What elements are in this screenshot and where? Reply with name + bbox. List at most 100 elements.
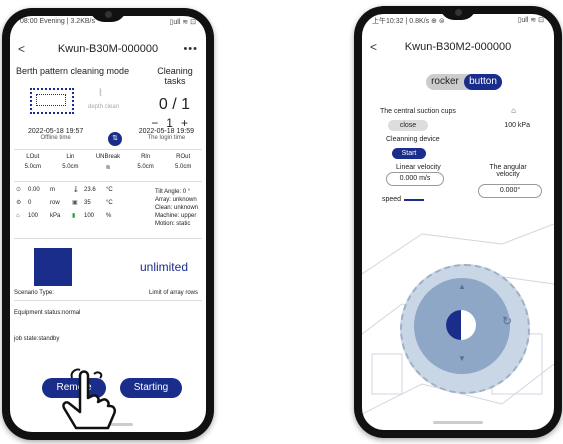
suction-close-button[interactable]: close bbox=[388, 120, 428, 131]
array-rows-limit[interactable]: unlimited bbox=[140, 260, 188, 274]
control-mode-toggle[interactable]: rocker button bbox=[426, 74, 502, 90]
camera bbox=[105, 11, 112, 18]
knob-half bbox=[446, 310, 461, 340]
limit-rows-label: Limit of array rows bbox=[148, 290, 198, 296]
grid-header: LOut bbox=[26, 154, 40, 160]
env-unit: kPa bbox=[50, 212, 61, 219]
divider bbox=[14, 300, 202, 301]
page-title: Kwun-B30M-000000 bbox=[57, 43, 159, 55]
starting-button[interactable]: Starting bbox=[120, 378, 182, 398]
nav-bar: < Kwun-B30M-000000 ••• bbox=[10, 38, 206, 60]
speed-control[interactable]: speed bbox=[382, 196, 425, 203]
env-row: ⌂ 100 kPa ▮ 100 % bbox=[16, 212, 124, 220]
linear-velocity-field[interactable]: 0.000 m/s bbox=[386, 172, 444, 186]
scenario-type-swatch[interactable] bbox=[34, 248, 72, 286]
suction-cups-label: The central suction cups bbox=[380, 108, 456, 115]
angular-velocity-label: The angular velocity bbox=[489, 164, 527, 178]
equipment-status: Equipment status:normal bbox=[14, 310, 81, 316]
env-value: 23.6 bbox=[84, 186, 96, 193]
divider bbox=[14, 149, 202, 150]
pressure-icon: ⌂ bbox=[511, 106, 516, 115]
env-unit: °C bbox=[106, 186, 113, 193]
angular-velocity-field[interactable]: 0.000° bbox=[478, 184, 542, 198]
env-value: 0 bbox=[28, 199, 32, 206]
env-unit: % bbox=[106, 212, 112, 219]
grid-header: Rln bbox=[141, 154, 151, 160]
linear-velocity-label: Linear velocity bbox=[396, 164, 441, 171]
pressure-value: 100 kPa bbox=[504, 122, 530, 129]
array-state: Array: unknown bbox=[154, 197, 197, 203]
divider bbox=[14, 181, 202, 182]
grid-header: ROut bbox=[176, 154, 191, 160]
grid-header: UNBreak bbox=[95, 154, 121, 160]
rotate-icon[interactable]: ↻ bbox=[502, 314, 512, 328]
env-value: 35 bbox=[84, 199, 91, 206]
login-time-block: 2022-05-18 19:59 The login time bbox=[139, 128, 194, 141]
task-counter: 0 / 1 bbox=[158, 96, 190, 113]
back-icon[interactable]: < bbox=[18, 42, 25, 56]
row-icon: ⚙ bbox=[16, 200, 22, 206]
phone-right: 上午10:32 | 0.8K/s ⊕ ⊜ ▯ull ≋ ⊡ < Kwun-B30… bbox=[354, 6, 562, 438]
env-row: ⚙ 0 row ▣ 35 °C bbox=[16, 199, 124, 207]
motion-state: Motion: static bbox=[154, 221, 191, 227]
toggle-button[interactable]: button bbox=[464, 74, 502, 90]
grid-value: ≋ bbox=[105, 165, 111, 171]
grid-value: 5.0cm bbox=[24, 164, 41, 170]
grid-value: 5.0cm bbox=[137, 164, 154, 170]
toggle-rocker[interactable]: rocker bbox=[426, 74, 464, 90]
offline-time-label: Offline time bbox=[40, 135, 71, 141]
camera bbox=[455, 9, 462, 16]
divider bbox=[14, 238, 202, 239]
clean-state: Clean: unknown bbox=[154, 205, 198, 211]
sensor-grid: LOut Lin UNBreak Rln ROut 5.0cm 5.0cm ≋ … bbox=[14, 154, 202, 171]
grid-header: Lin bbox=[66, 154, 75, 160]
more-icon[interactable]: ••• bbox=[183, 43, 198, 55]
status-left: 08:00 Evening | 3.2KB/s bbox=[20, 18, 95, 25]
env-unit: °C bbox=[106, 199, 113, 206]
joystick-knob[interactable] bbox=[446, 310, 476, 340]
login-time: 2022-05-18 19:59 bbox=[138, 128, 194, 135]
env-value: 100 bbox=[28, 212, 39, 219]
cleaning-tasks-label: Cleaning tasks bbox=[157, 66, 193, 86]
login-time-label: The login time bbox=[147, 135, 186, 141]
phone-right-screen: 上午10:32 | 0.8K/s ⊕ ⊜ ▯ull ≋ ⊡ < Kwun-B30… bbox=[362, 14, 554, 430]
offline-time-block: 2022-05-18 19:57 Offline time bbox=[28, 128, 83, 141]
home-indicator bbox=[433, 421, 483, 424]
status-right: ▯ull ≋ ⊡ bbox=[517, 17, 544, 24]
cleaning-mode-label[interactable]: Berth pattern cleaning mode bbox=[16, 66, 129, 76]
berth-pattern-inner bbox=[36, 94, 66, 106]
speed-slider[interactable] bbox=[404, 198, 425, 201]
tilt-angle: Tilt Angle: 0 ° bbox=[154, 189, 191, 195]
scenario-type-label: Scenario Type: bbox=[14, 290, 54, 296]
status-left: 上午10:32 | 0.8K/s ⊕ ⊜ bbox=[372, 18, 445, 25]
env-unit: m bbox=[50, 186, 55, 193]
battery-icon: ▮ bbox=[72, 213, 76, 219]
grid-value: 5.0cm bbox=[175, 164, 192, 170]
arrow-down-icon: ▼ bbox=[458, 354, 466, 363]
odometer-icon: ⊙ bbox=[16, 187, 22, 193]
pressure-icon: ⌂ bbox=[16, 212, 20, 219]
job-state: job state:standby bbox=[14, 336, 60, 342]
env-row: ⊙ 0.00 m 🌡 23.6 °C bbox=[16, 186, 124, 194]
env-value: 100 bbox=[84, 212, 95, 219]
depth-clean-label: depth clean bbox=[88, 104, 120, 110]
start-button[interactable]: Start bbox=[392, 148, 426, 159]
env-readings: ⊙ 0.00 m 🌡 23.6 °C ⚙ 0 row ▣ 35 °C ⌂ 100… bbox=[16, 186, 124, 225]
chip-icon: ▣ bbox=[72, 200, 78, 206]
env-unit: row bbox=[50, 199, 60, 206]
offline-time: 2022-05-18 19:57 bbox=[28, 128, 84, 135]
depth-clean-icon[interactable]: ⌇ bbox=[98, 88, 103, 99]
page-title: Kwun-B30M2-000000 bbox=[404, 41, 512, 53]
speed-label: speed bbox=[382, 196, 402, 203]
env-value: 0.00 bbox=[28, 186, 40, 193]
status-right: ▯ull ≋ ⊡ bbox=[169, 19, 196, 26]
thermometer-icon: 🌡 bbox=[72, 187, 80, 193]
grid-value: 5.0cm bbox=[62, 164, 79, 170]
cleaning-device-label: Cleanning device bbox=[386, 136, 440, 143]
tapping-hand-icon bbox=[62, 368, 117, 430]
machine-state: Machine: upper bbox=[154, 213, 197, 219]
time-sync-button[interactable]: ⇅ bbox=[108, 132, 122, 146]
back-icon[interactable]: < bbox=[370, 40, 377, 54]
nav-bar: < Kwun-B30M2-000000 bbox=[362, 36, 554, 58]
arrow-up-icon: ▲ bbox=[458, 282, 466, 291]
